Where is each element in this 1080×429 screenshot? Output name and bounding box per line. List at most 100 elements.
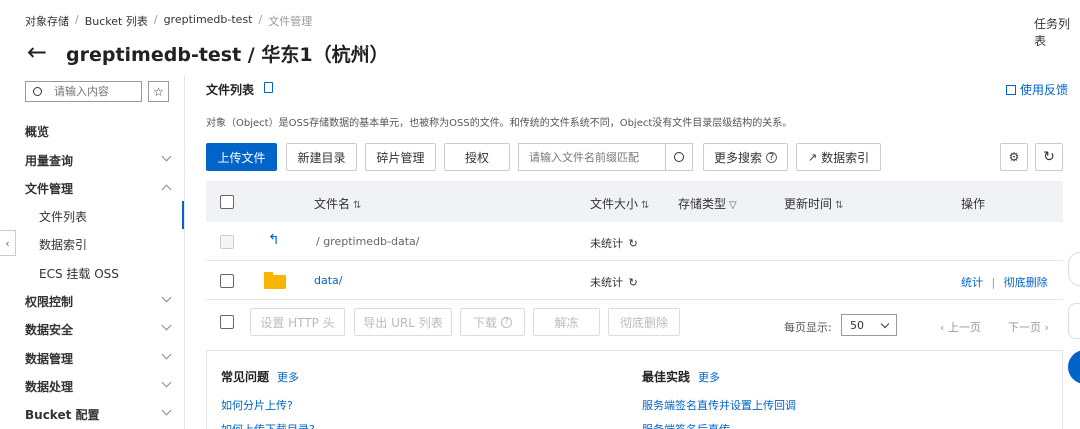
chevron-down-icon xyxy=(161,405,172,416)
search-icon xyxy=(33,87,42,96)
row-checkbox[interactable] xyxy=(220,274,234,288)
sidebar-search[interactable] xyxy=(25,81,142,102)
search-icon[interactable] xyxy=(665,144,692,170)
best-practice-item[interactable]: 服务端签名后直传 xyxy=(642,421,730,429)
faq-title: 常见问题 xyxy=(221,370,270,384)
sidebar-collapse-handle[interactable]: ‹ xyxy=(0,230,16,256)
sidebar-item-ecs-mount[interactable]: ECS 挂载 OSS xyxy=(39,265,119,282)
fragment-management-button[interactable]: 碎片管理 xyxy=(365,143,436,171)
sidebar-item-overview[interactable]: 概览 xyxy=(25,123,49,140)
faq-section: 常见问题 更多 xyxy=(221,368,299,385)
help-icon: ? xyxy=(766,151,777,163)
breadcrumb-separator: / xyxy=(75,13,79,26)
file-size: 未统计 ↻ xyxy=(590,276,638,289)
task-list-link[interactable]: 任务列表 xyxy=(1034,15,1080,49)
page-title: greptimedb-test / 华东1（杭州） xyxy=(66,44,389,66)
breadcrumb-current: 文件管理 xyxy=(268,15,313,28)
download-button[interactable]: 下载 ? xyxy=(460,308,525,336)
best-practice-more-link[interactable]: 更多 xyxy=(698,369,720,385)
breadcrumb: 对象存储 / Bucket 列表 / greptimedb-test / 文件管… xyxy=(25,13,312,29)
chevron-down-icon xyxy=(880,319,890,328)
page-size-select[interactable]: 50 xyxy=(841,314,897,336)
floating-help-button[interactable] xyxy=(1068,252,1080,286)
sidebar-search-input[interactable] xyxy=(54,85,134,98)
select-all-checkbox[interactable] xyxy=(220,195,234,209)
next-page-button[interactable]: 下一页 › xyxy=(1008,319,1049,335)
sidebar-item-access-control[interactable]: 权限控制 xyxy=(25,293,73,310)
new-directory-button[interactable]: 新建目录 xyxy=(286,143,357,171)
best-practice-section: 最佳实践 更多 xyxy=(642,368,720,385)
faq-item[interactable]: 如何分片上传? xyxy=(221,397,293,413)
feedback-label: 使用反馈 xyxy=(1020,83,1069,97)
file-search-box[interactable] xyxy=(518,143,693,171)
sidebar-item-data-security[interactable]: 数据安全 xyxy=(25,321,73,338)
refresh-icon[interactable]: ↻ xyxy=(629,276,638,289)
sidebar-item-data-index[interactable]: 数据索引 xyxy=(39,236,87,253)
sidebar-item-bucket-config[interactable]: Bucket 配置 xyxy=(25,406,100,423)
row-divider xyxy=(206,260,1063,261)
chevron-down-icon xyxy=(161,151,172,162)
floating-assistant-button[interactable] xyxy=(1068,350,1080,384)
file-size: 未统计 ↻ xyxy=(590,237,638,250)
stat-link[interactable]: 统计 xyxy=(961,276,983,289)
best-practice-item[interactable]: 服务端签名直传并设置上传回调 xyxy=(642,397,796,413)
upload-button[interactable]: 上传文件 xyxy=(206,143,277,171)
breadcrumb-separator: / xyxy=(153,13,158,26)
back-arrow-icon[interactable]: ↰ xyxy=(268,232,280,248)
row-checkbox xyxy=(220,235,234,249)
sidebar-item-data-processing[interactable]: 数据处理 xyxy=(25,378,73,395)
help-icon: ? xyxy=(501,316,512,328)
bulk-select-checkbox[interactable] xyxy=(220,315,234,329)
column-header-updated[interactable]: 更新时间 ⇅ xyxy=(784,195,843,212)
prev-page-button[interactable]: ‹ 上一页 xyxy=(940,319,981,335)
back-arrow-icon[interactable]: ← xyxy=(27,40,47,64)
column-header-actions: 操作 xyxy=(961,197,986,211)
external-link-icon: ↗ xyxy=(807,150,818,164)
sidebar-item-file-list[interactable]: 文件列表 xyxy=(39,208,87,225)
refresh-icon[interactable]: ↻ xyxy=(629,237,638,250)
more-search-button[interactable]: 更多搜索 ? xyxy=(703,143,788,171)
breadcrumb-separator: / xyxy=(258,13,263,26)
star-icon[interactable]: ☆ xyxy=(148,81,169,102)
sidebar-divider xyxy=(184,75,185,429)
floating-tool-button[interactable] xyxy=(1068,303,1080,339)
breadcrumb-item[interactable]: greptimedb-test xyxy=(164,13,253,29)
settings-gear-icon[interactable]: ⚙ xyxy=(1000,143,1028,171)
folder-link[interactable]: data/ xyxy=(314,274,342,287)
refresh-icon[interactable]: ↻ xyxy=(1035,143,1063,171)
description: 对象（Object）是OSS存储数据的基本单元，也被称为OSS的文件。和传统的文… xyxy=(206,118,793,129)
data-index-button[interactable]: ↗ 数据索引 xyxy=(796,143,881,171)
file-search-input[interactable] xyxy=(519,144,665,170)
authorize-button[interactable]: 授权 xyxy=(444,143,510,171)
faq-item[interactable]: 如何上传下载目录? xyxy=(221,421,315,429)
export-url-list-button[interactable]: 导出 URL 列表 xyxy=(354,308,452,336)
chevron-down-icon xyxy=(161,320,172,331)
section-title: 文件列表 xyxy=(206,83,255,97)
sidebar-item-usage[interactable]: 用量查询 xyxy=(25,152,73,169)
column-header-size[interactable]: 文件大小 ⇅ xyxy=(590,195,649,212)
permanent-delete-button[interactable]: 彻底删除 xyxy=(608,308,680,336)
feedback-link[interactable]: 使用反馈 xyxy=(1006,81,1068,98)
chevron-down-icon xyxy=(161,292,172,303)
delete-link[interactable]: 彻底删除 xyxy=(1004,276,1048,289)
folder-icon xyxy=(264,272,286,289)
best-practice-title: 最佳实践 xyxy=(642,370,691,384)
faq-more-link[interactable]: 更多 xyxy=(277,369,299,385)
sidebar-item-data-management[interactable]: 数据管理 xyxy=(25,350,73,367)
chevron-down-icon xyxy=(161,349,172,360)
row-divider xyxy=(206,299,1063,300)
set-http-header-button[interactable]: 设置 HTTP 头 xyxy=(250,308,345,336)
column-header-storage-type[interactable]: 存储类型 ▽ xyxy=(678,195,737,212)
chevron-down-icon xyxy=(161,377,172,388)
unfreeze-button[interactable]: 解冻 xyxy=(533,308,600,336)
doc-icon[interactable] xyxy=(264,82,273,93)
parent-directory-link[interactable]: / greptimedb-data/ xyxy=(316,235,420,248)
breadcrumb-item[interactable]: Bucket 列表 xyxy=(85,13,148,29)
data-index-label: 数据索引 xyxy=(821,150,870,165)
help-panel xyxy=(206,350,1063,429)
column-header-name[interactable]: 文件名 ⇅ xyxy=(314,195,361,212)
breadcrumb-item[interactable]: 对象存储 xyxy=(25,13,69,29)
chevron-up-icon xyxy=(161,184,172,195)
more-search-label: 更多搜索 xyxy=(713,150,762,165)
sidebar-item-file-management[interactable]: 文件管理 xyxy=(25,180,73,197)
